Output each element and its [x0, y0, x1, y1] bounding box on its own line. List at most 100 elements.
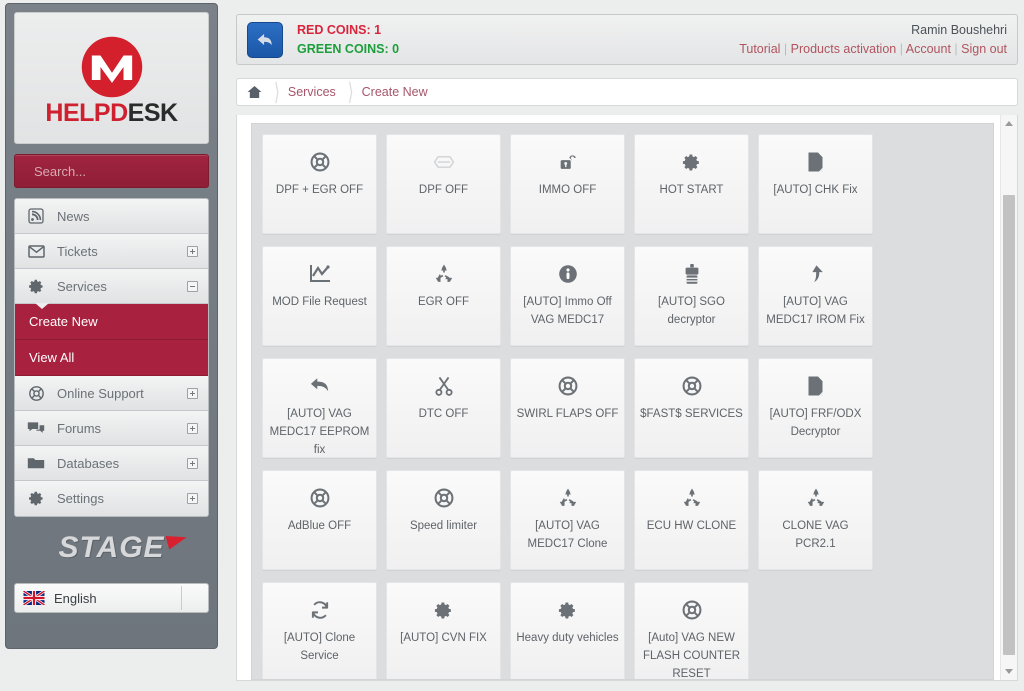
- service-tile[interactable]: EGR OFF: [386, 246, 501, 346]
- service-tile[interactable]: DPF OFF: [386, 134, 501, 234]
- lifebuoy-icon: [635, 373, 748, 399]
- gear-icon: [25, 278, 47, 295]
- service-tile[interactable]: [AUTO] Clone Service: [262, 582, 377, 679]
- service-tile-label: Heavy duty vehicles: [516, 632, 619, 644]
- barcode-icon: [635, 261, 748, 287]
- file-icon: [759, 149, 872, 175]
- expand-toggle[interactable]: [187, 245, 198, 257]
- expand-toggle[interactable]: [187, 493, 198, 504]
- breadcrumb-separator: ⟩: [274, 79, 280, 107]
- sidebar-subitem-create-new[interactable]: Create New: [15, 303, 208, 340]
- scroll-down-button[interactable]: [1001, 663, 1017, 680]
- sidebar-item-online-support[interactable]: Online Support: [15, 376, 208, 411]
- breadcrumb-item-services[interactable]: Services: [288, 85, 336, 99]
- collapse-toggle[interactable]: [187, 280, 198, 292]
- service-tile-label: [AUTO] VAG MEDC17 Clone: [527, 520, 608, 550]
- service-tile[interactable]: ECU HW CLONE: [634, 470, 749, 570]
- sidebar-item-services[interactable]: Services: [15, 269, 208, 304]
- uk-flag-icon: [23, 591, 45, 605]
- reply-arrow-icon: [263, 373, 376, 399]
- service-tile[interactable]: HOT START: [634, 134, 749, 234]
- service-tile-label: SWIRL FLAPS OFF: [516, 408, 619, 420]
- service-tile[interactable]: [AUTO] FRF/ODX Decryptor: [758, 358, 873, 458]
- language-selector[interactable]: English: [14, 583, 209, 613]
- service-tile[interactable]: [Auto] VAG NEW FLASH COUNTER RESET: [634, 582, 749, 680]
- sidebar-item-tickets[interactable]: Tickets: [15, 234, 208, 269]
- back-button[interactable]: [247, 21, 283, 58]
- service-tile-label: EGR OFF: [417, 296, 470, 308]
- sign-out-link[interactable]: Sign out: [961, 42, 1007, 56]
- vertical-scrollbar[interactable]: [1000, 115, 1017, 680]
- service-tile[interactable]: CLONE VAG PCR2.1: [758, 470, 873, 570]
- service-tile[interactable]: DTC OFF: [386, 358, 501, 458]
- service-tile-label: [AUTO] SGO decryptor: [658, 296, 725, 326]
- refresh-icon: [263, 597, 376, 623]
- expand-toggle[interactable]: [187, 422, 198, 434]
- service-tile-label: [AUTO] CVN FIX: [400, 632, 487, 644]
- service-tile[interactable]: [AUTO] VAG MEDC17 EEPROM fix: [262, 358, 377, 458]
- service-tile[interactable]: DPF + EGR OFF: [262, 134, 377, 234]
- gear-icon: [511, 597, 624, 623]
- folder-icon: [25, 456, 47, 470]
- service-tile[interactable]: [AUTO] VAG MEDC17 IROM Fix: [758, 246, 873, 346]
- sidebar-item-label: News: [57, 208, 90, 224]
- scrollbar-track[interactable]: [1003, 132, 1015, 663]
- service-tile[interactable]: [AUTO] Immo Off VAG MEDC17: [510, 246, 625, 346]
- search-input[interactable]: [34, 163, 210, 179]
- rss-icon: [25, 208, 47, 224]
- home-icon[interactable]: [247, 85, 262, 99]
- services-panel: DPF + EGR OFF DPF OFF IMMO OFF HOT START [AU…: [236, 115, 1018, 681]
- stage-logo: STAGE: [14, 530, 209, 577]
- sidebar-item-forums[interactable]: Forums: [15, 411, 208, 446]
- sidebar-item-settings[interactable]: Settings: [15, 481, 208, 516]
- products-activation-link[interactable]: Products activation: [791, 42, 897, 56]
- service-tile[interactable]: Speed limiter: [386, 470, 501, 570]
- service-tile[interactable]: IMMO OFF: [510, 134, 625, 234]
- recycle-icon: [635, 485, 748, 511]
- comments-icon: [25, 421, 47, 436]
- service-tile[interactable]: [AUTO] VAG MEDC17 Clone: [510, 470, 625, 570]
- service-tile[interactable]: [AUTO] SGO decryptor: [634, 246, 749, 346]
- link-separator: |: [780, 41, 791, 56]
- sidebar-menu: News Tickets Services Create New View Al…: [14, 198, 209, 517]
- sidebar-item-databases[interactable]: Databases: [15, 446, 208, 481]
- sidebar-item-label: Tickets: [57, 243, 98, 259]
- service-tile-label: DPF OFF: [418, 184, 469, 196]
- arrow-up-curve-icon: [759, 261, 872, 287]
- link-separator: |: [896, 41, 906, 56]
- logo-word-dark: ESK: [127, 98, 178, 127]
- stage-logo-text: STAGE: [58, 531, 165, 564]
- logo-wordmark: HELPDESK: [45, 98, 178, 127]
- tutorial-link[interactable]: Tutorial: [739, 42, 780, 56]
- service-tile-label: AdBlue OFF: [287, 520, 352, 532]
- link-separator: |: [950, 41, 962, 56]
- info-circle-icon: [511, 261, 624, 287]
- expand-toggle[interactable]: [187, 457, 198, 469]
- service-tile[interactable]: [AUTO] CVN FIX: [386, 582, 501, 679]
- service-tile[interactable]: SWIRL FLAPS OFF: [510, 358, 625, 458]
- search-box[interactable]: [14, 154, 210, 188]
- service-tile[interactable]: MOD File Request: [262, 246, 377, 346]
- app-logo: HELPDESK: [14, 12, 209, 144]
- expand-toggle[interactable]: [187, 387, 198, 399]
- service-tile-label: HOT START: [659, 184, 724, 196]
- service-tile[interactable]: $FAST$ SERVICES: [634, 358, 749, 458]
- service-tile-label: Speed limiter: [409, 520, 478, 532]
- services-grid-area: DPF + EGR OFF DPF OFF IMMO OFF HOT START [AU…: [251, 123, 994, 680]
- account-links: Tutorial | Products activation | Account…: [739, 40, 1007, 59]
- gear-icon: [635, 149, 748, 175]
- breadcrumb-item-create-new[interactable]: Create New: [362, 85, 428, 99]
- scroll-up-button[interactable]: [1001, 115, 1017, 132]
- account-link[interactable]: Account: [906, 42, 951, 56]
- account-area: Ramin Boushehri Tutorial | Products acti…: [739, 21, 1007, 59]
- breadcrumb: ⟩ Services ⟩ Create New: [236, 78, 1018, 106]
- service-tile[interactable]: Heavy duty vehicles: [510, 582, 625, 679]
- service-tile-label: [Auto] VAG NEW FLASH COUNTER RESET: [642, 632, 741, 680]
- gear-icon: [387, 597, 500, 623]
- service-tile[interactable]: AdBlue OFF: [262, 470, 377, 570]
- service-tile[interactable]: [AUTO] CHK Fix: [758, 134, 873, 234]
- sidebar-subitem-view-all[interactable]: View All: [15, 340, 208, 376]
- sidebar-item-news[interactable]: News: [15, 199, 208, 234]
- recycle-icon: [387, 261, 500, 287]
- scrollbar-thumb[interactable]: [1003, 195, 1015, 655]
